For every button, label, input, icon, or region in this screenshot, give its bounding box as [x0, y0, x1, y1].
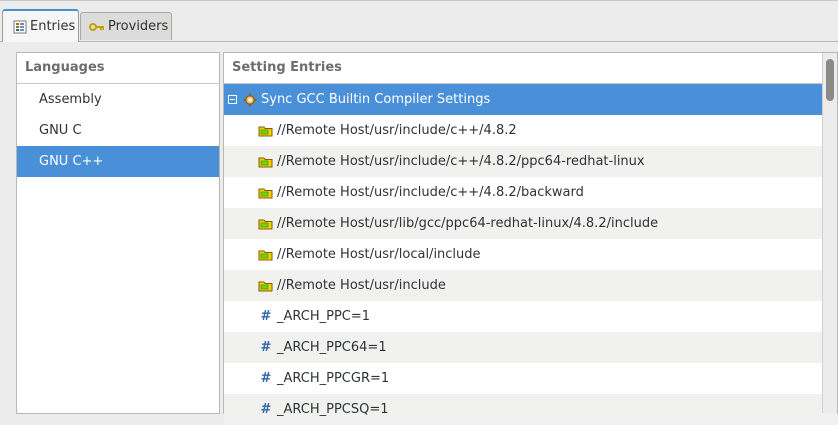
- languages-list: Languages Assembly GNU C GNU C++: [16, 52, 220, 414]
- key-icon: [89, 19, 105, 35]
- entry-label: //Remote Host/usr/local/include: [277, 247, 481, 262]
- folder-include-icon: [258, 278, 274, 294]
- hash-icon: #: [260, 371, 272, 386]
- tree-root-row[interactable]: Sync GCC Builtin Compiler Settings: [224, 84, 837, 115]
- folder-include-icon: [258, 247, 274, 263]
- collapse-toggle-icon[interactable]: [228, 95, 237, 104]
- hash-icon: #: [260, 309, 272, 324]
- folder-include-icon: [258, 154, 274, 170]
- entry-label: //Remote Host/usr/include/c++/4.8.2/ppc6…: [277, 154, 645, 169]
- entry-label: _ARCH_PPC64=1: [277, 340, 387, 355]
- macro-entry-row[interactable]: # _ARCH_PPCSQ=1: [224, 394, 837, 425]
- folder-include-icon: [258, 123, 274, 139]
- language-item-gnu-cpp[interactable]: GNU C++: [17, 146, 219, 177]
- macro-entry-row[interactable]: # _ARCH_PPC64=1: [224, 332, 837, 363]
- vertical-scrollbar[interactable]: [822, 53, 837, 413]
- folder-include-icon: [258, 185, 274, 201]
- tree-root-label: Sync GCC Builtin Compiler Settings: [261, 92, 491, 107]
- tab-strip: Entries Providers: [0, 0, 838, 42]
- entries-icon: [13, 19, 27, 35]
- include-path-row[interactable]: //Remote Host/usr/include/c++/4.8.2: [224, 115, 837, 146]
- language-item-gnu-c[interactable]: GNU C: [17, 115, 219, 146]
- language-item-assembly[interactable]: Assembly: [17, 84, 219, 115]
- setting-entries-tree: Setting Entries Sync GCC Builtin Compile…: [223, 52, 838, 425]
- entry-label: _ARCH_PPCSQ=1: [277, 402, 389, 417]
- include-path-row[interactable]: //Remote Host/usr/include/c++/4.8.2/ppc6…: [224, 146, 837, 177]
- include-path-row[interactable]: //Remote Host/usr/include: [224, 270, 837, 301]
- tab-providers-label: Providers: [108, 19, 169, 34]
- setting-entries-header[interactable]: Setting Entries: [224, 53, 837, 84]
- include-path-row[interactable]: //Remote Host/usr/local/include: [224, 239, 837, 270]
- gear-icon: [242, 92, 258, 108]
- entry-label: _ARCH_PPCGR=1: [277, 371, 390, 386]
- tab-entries[interactable]: Entries: [2, 9, 79, 42]
- hash-icon: #: [260, 340, 272, 355]
- macro-entry-row[interactable]: # _ARCH_PPC=1: [224, 301, 837, 332]
- scrollbar-thumb[interactable]: [826, 59, 834, 101]
- entry-label: _ARCH_PPC=1: [277, 309, 371, 324]
- entry-label: //Remote Host/usr/include/c++/4.8.2: [277, 123, 517, 138]
- entry-label: //Remote Host/usr/lib/gcc/ppc64-redhat-l…: [277, 216, 659, 231]
- tab-providers[interactable]: Providers: [80, 12, 172, 40]
- entries-panel: Languages Assembly GNU C GNU C++ Setting…: [0, 42, 838, 425]
- entry-label: //Remote Host/usr/include: [277, 278, 446, 293]
- include-path-row[interactable]: //Remote Host/usr/include/c++/4.8.2/back…: [224, 177, 837, 208]
- folder-include-icon: [258, 216, 274, 232]
- entries-rows: Sync GCC Builtin Compiler Settings //Rem…: [224, 84, 837, 425]
- tab-entries-label: Entries: [30, 19, 76, 34]
- top-divider: [0, 0, 838, 1]
- entry-label: //Remote Host/usr/include/c++/4.8.2/back…: [277, 185, 584, 200]
- macro-entry-row[interactable]: # _ARCH_PPCGR=1: [224, 363, 837, 394]
- include-path-row[interactable]: //Remote Host/usr/lib/gcc/ppc64-redhat-l…: [224, 208, 837, 239]
- languages-header[interactable]: Languages: [17, 53, 219, 84]
